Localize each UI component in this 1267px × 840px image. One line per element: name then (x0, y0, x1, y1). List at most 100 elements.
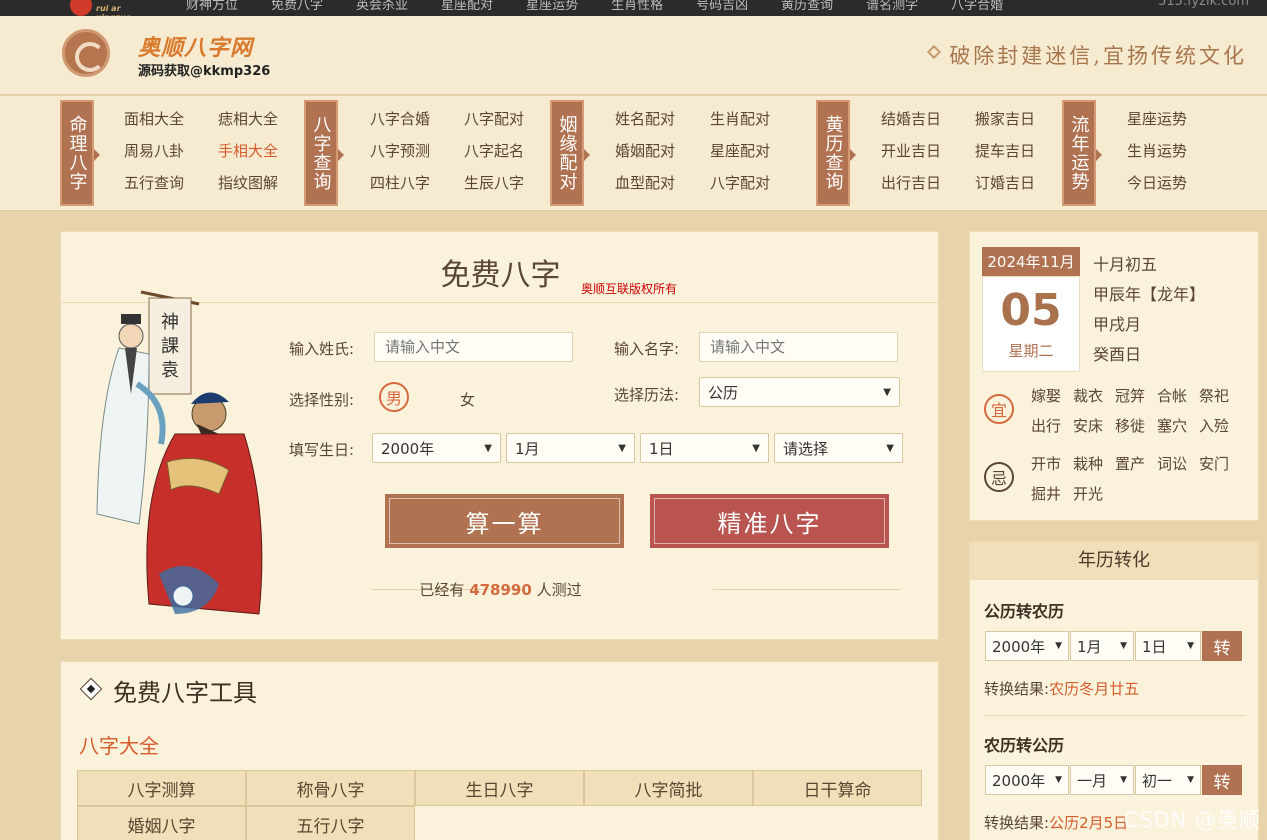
category-link[interactable]: 八字配对 (464, 108, 524, 129)
birth-hour-select[interactable]: 请选择 ▼ (774, 433, 903, 463)
chevron-down-icon: ▼ (1055, 641, 1062, 651)
surname-input[interactable] (374, 332, 573, 362)
lunar-month-value: 一月 (1077, 771, 1108, 790)
category-link[interactable]: 出行吉日 (881, 172, 941, 193)
category-link[interactable]: 姓名配对 (615, 108, 675, 129)
tool-item[interactable]: 生日八字 (415, 770, 584, 806)
site-slogan: 破除封建迷信,宜扬传统文化 (949, 44, 1247, 68)
calendar-conversion-card: 年历转化 公历转农历 2000年 ▼ 1月 ▼ 1日 ▼ 转 转换结果:农历冬月… (969, 541, 1259, 840)
category-label-liunian[interactable]: 流年运势 (1062, 100, 1102, 206)
suitable-activity: 移徙 (1115, 417, 1146, 435)
top-nav-link[interactable]: 星座配对 (441, 0, 493, 13)
category-label-mingli[interactable]: 命理八字 (60, 100, 100, 206)
category-link[interactable]: 五行查询 (124, 172, 184, 193)
birth-day-select[interactable]: 1日 ▼ (640, 433, 769, 463)
avoid-icon: 忌 (984, 462, 1014, 492)
calendar-type-select[interactable]: 公历 ▼ (699, 377, 900, 407)
category-link[interactable]: 周易八卦 (124, 140, 184, 161)
result-label: 转换结果: (984, 814, 1050, 832)
category-link[interactable]: 八字配对 (710, 172, 770, 193)
category-link[interactable]: 婚姻配对 (615, 140, 675, 161)
top-nav-link[interactable]: 星座运势 (526, 0, 578, 13)
precise-bazi-button[interactable]: 精准八字 (650, 494, 889, 548)
brand-title[interactable]: 奥顺八字网 (138, 30, 253, 62)
category-link[interactable]: 八字合婚 (370, 108, 430, 129)
top-nav-link[interactable]: 黄历查询 (781, 0, 833, 13)
category-link[interactable]: 搬家吉日 (975, 108, 1035, 129)
birth-year-value: 2000年 (381, 439, 435, 458)
top-nav-link[interactable]: 号码吉凶 (696, 0, 748, 13)
avoid-activity: 栽种 (1073, 455, 1104, 473)
top-nav-link[interactable]: 英会杀业 (356, 0, 408, 13)
birth-day-value: 1日 (649, 439, 674, 458)
tool-item[interactable]: 八字测算 (77, 770, 246, 806)
category-link[interactable]: 痣相大全 (218, 108, 278, 129)
category-link[interactable]: 指纹图解 (218, 172, 278, 193)
lunar-to-solar-title: 农历转公历 (984, 736, 1065, 755)
avoid-activity: 词讼 (1157, 455, 1188, 473)
lunar-day-select[interactable]: 初一 ▼ (1135, 765, 1201, 795)
site-domain[interactable]: 515.fyzik.com (1158, 0, 1249, 9)
tested-count: 478990 (469, 581, 532, 599)
deity-illustration-icon: 神 課 袁 (96, 290, 263, 615)
category-link[interactable]: 面相大全 (124, 108, 184, 129)
diamond-icon (926, 44, 942, 60)
site-mini-logo[interactable]: rui ar xingzuo (68, 0, 158, 16)
category-link[interactable]: 八字起名 (464, 140, 524, 161)
top-nav-link[interactable]: 谱名测字 (866, 0, 918, 13)
gender-male-option[interactable]: 男 (379, 382, 409, 412)
gender-female-option[interactable]: 女 (460, 389, 475, 410)
calendar-day: 05 (1000, 285, 1062, 336)
category-link[interactable]: 今日运势 (1127, 172, 1187, 193)
lunar-year-select[interactable]: 2000年 ▼ (985, 765, 1069, 795)
name-input[interactable] (699, 332, 898, 362)
category-link[interactable]: 结婚吉日 (881, 108, 941, 129)
lunar-month-select[interactable]: 一月 ▼ (1070, 765, 1134, 795)
birth-year-select[interactable]: 2000年 ▼ (372, 433, 501, 463)
category-link[interactable]: 星座运势 (1127, 108, 1187, 129)
suitable-icon: 宜 (984, 394, 1014, 424)
tool-item[interactable]: 婚姻八字 (77, 806, 246, 840)
category-link[interactable]: 八字预测 (370, 140, 430, 161)
calendar-type-value: 公历 (708, 383, 739, 402)
category-label-yinyuan[interactable]: 姻缘配对 (550, 100, 590, 206)
lunar-convert-button[interactable]: 转 (1202, 765, 1242, 795)
top-nav-link[interactable]: 八字合婚 (951, 0, 1003, 13)
calculate-button[interactable]: 算一算 (385, 494, 624, 548)
category-link[interactable]: 开业吉日 (881, 140, 941, 161)
calendar-type-label: 选择历法: (614, 386, 680, 404)
category-link[interactable]: 生肖配对 (710, 108, 770, 129)
tool-item[interactable]: 八字简批 (584, 770, 753, 806)
top-nav-bar: rui ar xingzuo 财神方位 免费八字 英会杀业 星座配对 星座运势 … (0, 0, 1267, 16)
category-link[interactable]: 提车吉日 (975, 140, 1035, 161)
avoid-activity: 掘井 (1031, 485, 1062, 503)
category-link[interactable]: 血型配对 (615, 172, 675, 193)
solar-month-select[interactable]: 1月 ▼ (1070, 631, 1134, 661)
year-ganzhi: 甲辰年【龙年】 (1093, 285, 1206, 304)
category-link[interactable]: 生辰八字 (464, 172, 524, 193)
brand-logo-icon[interactable] (62, 29, 110, 77)
site-header: 奥顺八字网 源码获取@kkmp326 破除封建迷信,宜扬传统文化 (0, 16, 1267, 95)
solar-year-select[interactable]: 2000年 ▼ (985, 631, 1069, 661)
category-label-huangli[interactable]: 黄历查询 (816, 100, 856, 206)
conversion-title: 年历转化 (970, 542, 1258, 580)
category-link[interactable]: 生肖运势 (1127, 140, 1187, 161)
category-label-bazi[interactable]: 八字查询 (304, 100, 344, 206)
category-nav: 命理八字 面相大全 痣相大全 周易八卦 手相大全 五行查询 指纹图解 八字查询 … (0, 96, 1267, 211)
top-nav-link[interactable]: 免费八字 (271, 0, 323, 13)
brand-subtitle: 源码获取@kkmp326 (138, 64, 271, 79)
tool-item[interactable]: 五行八字 (246, 806, 415, 840)
birth-month-select[interactable]: 1月 ▼ (506, 433, 635, 463)
category-link[interactable]: 四柱八字 (370, 172, 430, 193)
top-nav-link[interactable]: 生肖性格 (611, 0, 663, 13)
top-nav-link[interactable]: 财神方位 (186, 0, 238, 13)
solar-day-select[interactable]: 1日 ▼ (1135, 631, 1201, 661)
tool-item[interactable]: 日干算命 (753, 770, 922, 806)
chevron-down-icon: ▼ (1120, 775, 1127, 785)
tool-item[interactable]: 称骨八字 (246, 770, 415, 806)
category-link[interactable]: 订婚吉日 (975, 172, 1035, 193)
solar-convert-button[interactable]: 转 (1202, 631, 1242, 661)
tools-section-title[interactable]: 八字大全 (79, 730, 159, 759)
category-link-active[interactable]: 手相大全 (218, 140, 278, 161)
category-link[interactable]: 星座配对 (710, 140, 770, 161)
